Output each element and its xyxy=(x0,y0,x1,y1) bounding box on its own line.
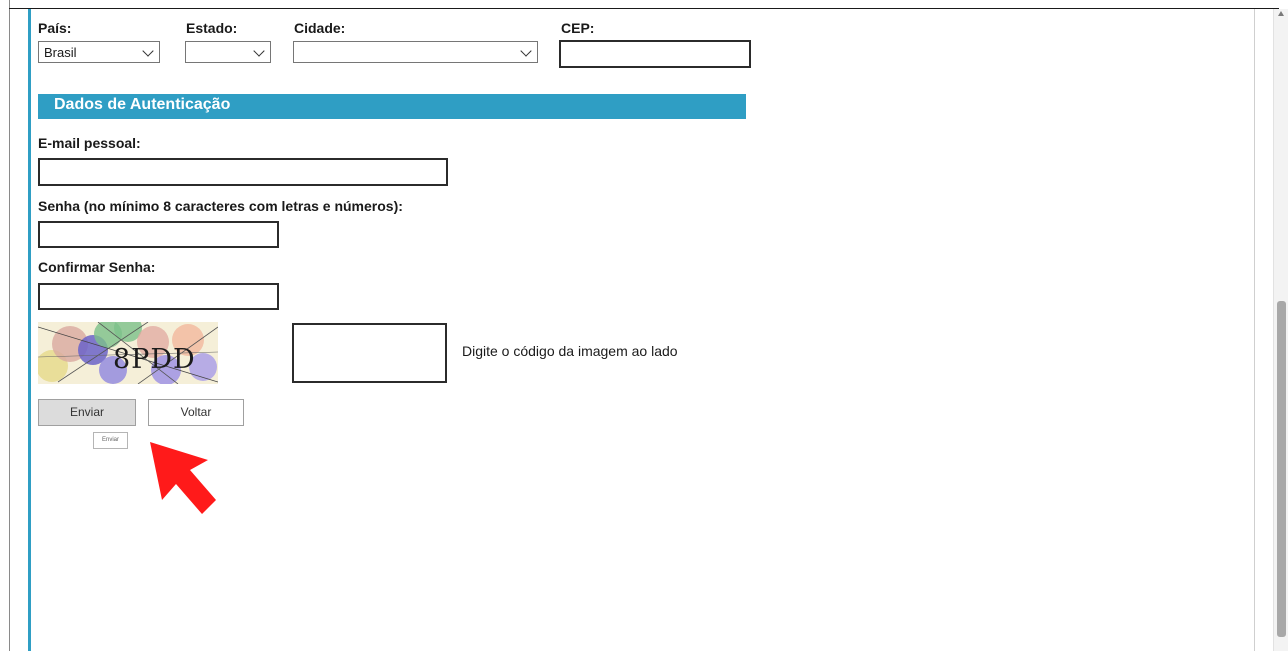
country-select[interactable]: Brasil xyxy=(38,41,160,63)
email-label: E-mail pessoal: xyxy=(38,135,141,151)
captcha-code-text: 8PDD xyxy=(113,344,196,375)
state-select[interactable] xyxy=(185,41,271,63)
confirm-password-input[interactable] xyxy=(38,283,279,310)
captcha-hint: Digite o código da imagem ao lado xyxy=(462,343,678,359)
red-arrow-icon xyxy=(150,442,216,514)
chevron-down-icon xyxy=(253,45,265,57)
send-button[interactable]: Enviar xyxy=(38,399,136,426)
city-select[interactable] xyxy=(293,41,538,63)
confirm-password-label: Confirmar Senha: xyxy=(38,259,156,275)
captcha-input[interactable] xyxy=(292,323,447,383)
cep-input[interactable] xyxy=(559,40,751,68)
small-send-button[interactable]: Enviar xyxy=(93,432,128,449)
window-frame-left xyxy=(0,0,10,651)
vertical-scrollbar[interactable] xyxy=(1273,9,1288,651)
country-select-value: Brasil xyxy=(44,45,77,60)
auth-section-header: Dados de Autenticação xyxy=(38,94,746,119)
chevron-down-icon xyxy=(142,45,154,57)
scroll-up-icon[interactable] xyxy=(1278,11,1284,16)
auth-section-title: Dados de Autenticação xyxy=(54,96,231,113)
password-input[interactable] xyxy=(38,221,279,248)
city-label: Cidade: xyxy=(294,20,346,36)
state-label: Estado: xyxy=(186,20,238,36)
back-button[interactable]: Voltar xyxy=(148,399,244,426)
email-input[interactable] xyxy=(38,158,448,186)
window-frame-top xyxy=(9,8,1279,9)
chevron-down-icon xyxy=(520,45,532,57)
content-right-border xyxy=(1254,9,1255,651)
page-accent-bar xyxy=(28,9,31,651)
password-label: Senha (no mínimo 8 caracteres com letras… xyxy=(38,198,403,214)
cep-label: CEP: xyxy=(561,20,595,36)
country-label: País: xyxy=(38,20,72,36)
captcha-image: 8PDD xyxy=(38,322,218,384)
scrollbar-thumb[interactable] xyxy=(1277,301,1286,637)
